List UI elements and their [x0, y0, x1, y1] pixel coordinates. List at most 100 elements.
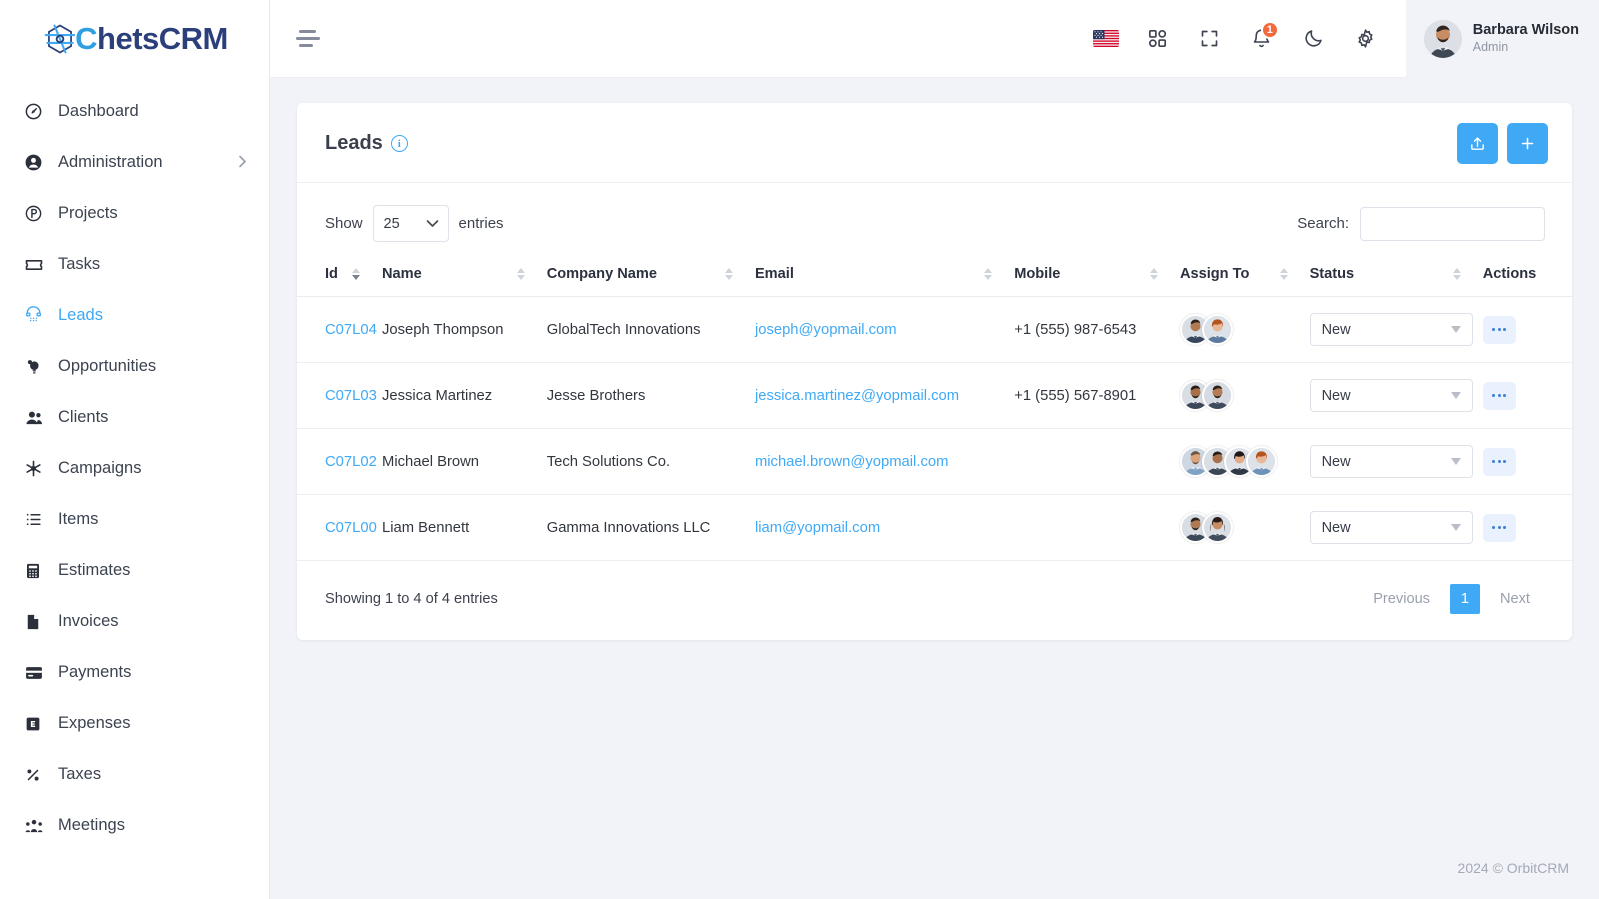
column-header-email[interactable]: Email — [754, 252, 1015, 297]
chevron-right-icon — [238, 155, 247, 171]
status-select[interactable]: New — [1309, 511, 1473, 544]
sidebar-item-label: Taxes — [58, 765, 102, 783]
table-row: C07L04 Joseph Thompson GlobalTech Innova… — [297, 296, 1572, 363]
column-header-id[interactable]: Id — [297, 252, 382, 297]
page-size-select[interactable]: 25 — [372, 205, 449, 242]
sidebar: ChetsCRM Dashboard Administration Projec… — [0, 0, 270, 899]
pagination-previous[interactable]: Previous — [1359, 584, 1444, 614]
sidebar-item-payments[interactable]: Payments — [0, 647, 269, 698]
brand-logo[interactable]: ChetsCRM — [0, 0, 269, 78]
cell-status: New — [1309, 428, 1483, 495]
lead-id-link[interactable]: C07L00 — [325, 520, 377, 536]
column-header-name[interactable]: Name — [382, 252, 547, 297]
cell-status: New — [1309, 494, 1483, 561]
pagination: Previous 1 Next — [1359, 584, 1544, 614]
sidebar-item-estimates[interactable]: Estimates — [0, 545, 269, 596]
main-area: 1 Barbara Wilson Admin Leads i Show 25 e… — [270, 0, 1599, 899]
status-select[interactable]: New — [1309, 379, 1473, 412]
people-group-icon — [24, 816, 50, 836]
assignee-avatar-group[interactable] — [1179, 380, 1310, 411]
sidebar-item-invoices[interactable]: Invoices — [0, 596, 269, 647]
row-actions-button[interactable] — [1482, 513, 1516, 542]
add-lead-button[interactable] — [1507, 123, 1548, 164]
sidebar-item-tasks[interactable]: Tasks — [0, 239, 269, 290]
app-root: ChetsCRM Dashboard Administration Projec… — [0, 0, 1599, 899]
column-header-assign-to[interactable]: Assign To — [1179, 252, 1310, 297]
search-input[interactable] — [1360, 206, 1545, 241]
pagination-next[interactable]: Next — [1486, 584, 1544, 614]
column-header-status[interactable]: Status — [1309, 252, 1483, 297]
fullscreen-icon[interactable] — [1184, 13, 1236, 65]
cell-assign-to — [1179, 494, 1310, 561]
assignee-avatar-group[interactable] — [1179, 314, 1310, 345]
cell-email: jessica.martinez@yopmail.com — [754, 362, 1015, 429]
email-link[interactable]: jessica.martinez@yopmail.com — [755, 388, 959, 404]
info-circle-icon[interactable]: i — [390, 135, 408, 152]
cell-id: C07L04 — [297, 296, 382, 363]
card-header-actions — [1457, 123, 1548, 164]
page-size-control: Show 25 entries — [325, 205, 504, 242]
sidebar-item-label: Clients — [58, 408, 109, 426]
column-label: Id — [325, 266, 338, 282]
column-header-company-name[interactable]: Company Name — [546, 252, 755, 297]
cell-assign-to — [1179, 428, 1310, 495]
lightbulb-icon — [24, 357, 50, 376]
sidebar-item-clients[interactable]: Clients — [0, 392, 269, 443]
sidebar-item-meetings[interactable]: Meetings — [0, 800, 269, 851]
status-select[interactable]: New — [1309, 313, 1473, 346]
lead-id-link[interactable]: C07L02 — [325, 454, 377, 470]
leads-card: Leads i Show 25 entries Search: Id Name … — [297, 103, 1572, 640]
row-actions-button[interactable] — [1482, 381, 1516, 410]
sidebar-item-projects[interactable]: Projects — [0, 188, 269, 239]
email-link[interactable]: liam@yopmail.com — [755, 520, 880, 536]
status-value: New — [1321, 387, 1351, 404]
avatar — [1423, 19, 1462, 58]
column-header-mobile[interactable]: Mobile — [1014, 252, 1180, 297]
notifications-bell-icon[interactable]: 1 — [1236, 13, 1288, 65]
lead-id-link[interactable]: C07L03 — [325, 388, 377, 404]
cell-assign-to — [1179, 362, 1310, 429]
sidebar-item-dashboard[interactable]: Dashboard — [0, 86, 269, 137]
calculator-icon — [24, 562, 50, 580]
sidebar-item-leads[interactable]: Leads — [0, 290, 269, 341]
chevron-down-icon — [1450, 458, 1461, 465]
sidebar-item-expenses[interactable]: Expenses — [0, 698, 269, 749]
export-upload-button[interactable] — [1457, 123, 1498, 164]
sort-indicator — [352, 268, 360, 280]
language-flag-us-icon[interactable] — [1080, 13, 1132, 65]
credit-card-icon — [24, 663, 50, 683]
assignee-avatar-group[interactable] — [1179, 512, 1310, 543]
sidebar-item-administration[interactable]: Administration — [0, 137, 269, 188]
status-select[interactable]: New — [1309, 445, 1473, 478]
cell-company: Gamma Innovations LLC — [546, 494, 755, 561]
sidebar-item-campaigns[interactable]: Campaigns — [0, 443, 269, 494]
pagination-page-1[interactable]: 1 — [1449, 584, 1480, 614]
sidebar-item-opportunities[interactable]: Opportunities — [0, 341, 269, 392]
table-toolbar: Show 25 entries Search: — [297, 183, 1572, 252]
apps-grid-icon[interactable] — [1132, 13, 1184, 65]
sidebar-item-items[interactable]: Items — [0, 494, 269, 545]
sidebar-item-taxes[interactable]: Taxes — [0, 749, 269, 800]
dark-mode-moon-icon[interactable] — [1288, 13, 1340, 65]
row-actions-button[interactable] — [1482, 315, 1516, 344]
user-profile-menu[interactable]: Barbara Wilson Admin — [1405, 0, 1599, 78]
email-link[interactable]: michael.brown@yopmail.com — [755, 454, 948, 470]
assignee-avatar-group[interactable] — [1179, 446, 1310, 477]
column-label: Mobile — [1014, 266, 1061, 282]
cell-mobile: +1 (555) 567-8901 — [1014, 362, 1180, 429]
row-actions-button[interactable] — [1482, 447, 1516, 476]
column-label: Name — [382, 266, 422, 282]
cell-company: Tech Solutions Co. — [546, 428, 755, 495]
sidebar-item-label: Tasks — [58, 255, 101, 273]
lead-id-link[interactable]: C07L04 — [325, 322, 377, 338]
settings-gear-icon[interactable] — [1340, 13, 1392, 65]
leads-table: Id Name Company Name Email Mobile Assign… — [297, 252, 1572, 561]
cell-mobile — [1014, 494, 1180, 561]
email-link[interactable]: joseph@yopmail.com — [755, 322, 897, 338]
hamburger-icon[interactable] — [296, 26, 326, 52]
cell-email: liam@yopmail.com — [754, 494, 1015, 561]
cell-mobile: +1 (555) 987-6543 — [1014, 296, 1180, 363]
status-value: New — [1321, 453, 1351, 470]
upload-icon — [1471, 137, 1484, 150]
sort-indicator — [1279, 268, 1288, 280]
